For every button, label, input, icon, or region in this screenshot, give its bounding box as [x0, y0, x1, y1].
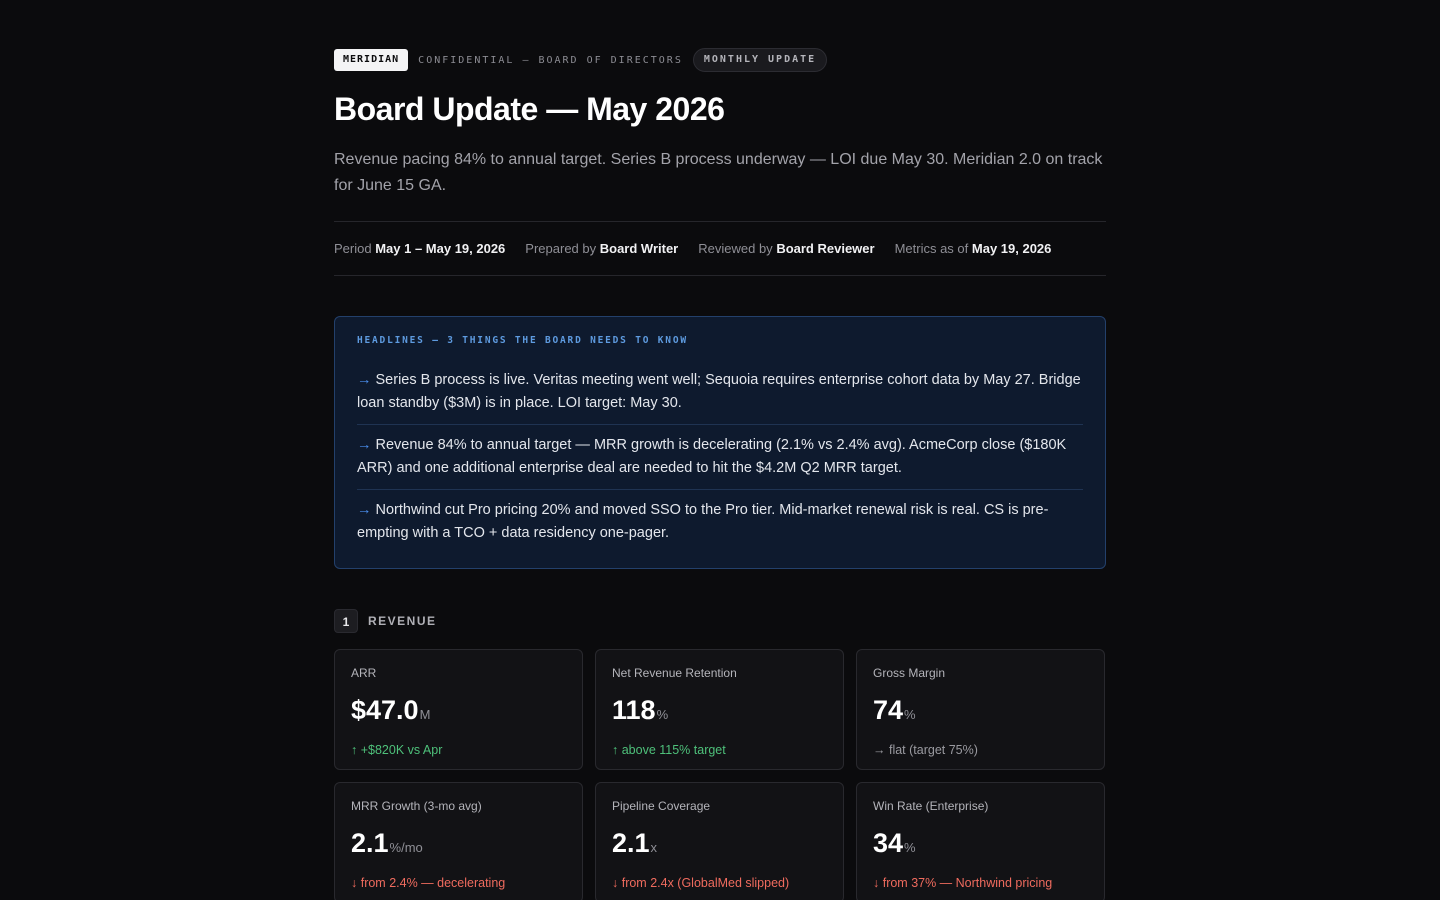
metric-cards-grid: ARR $47.0M ↑ +$820K vs Apr Net Revenue R… — [334, 649, 1106, 900]
metric-unit: %/mo — [389, 840, 423, 855]
metric-card-nrr: Net Revenue Retention 118% ↑ above 115% … — [595, 649, 844, 770]
meta-metrics-as-of: Metrics as of May 19, 2026 — [895, 241, 1052, 256]
summary-text: Revenue pacing 84% to annual target. Ser… — [334, 151, 1103, 194]
meta-prepared-value: Board Writer — [599, 241, 679, 256]
meta-period-value: May 1 – May 19, 2026 — [375, 241, 506, 256]
metric-value: $47.0 — [351, 695, 419, 725]
arrow-right-icon: → — [357, 437, 372, 453]
board-update-page: MERIDIAN CONFIDENTIAL — BOARD OF DIRECTO… — [334, 48, 1106, 900]
headline-item: → Series B process is live. Veritas meeti… — [357, 360, 1083, 425]
metric-value: 34 — [873, 828, 904, 858]
metric-value: 74 — [873, 695, 904, 725]
metric-label: Net Revenue Retention — [612, 666, 737, 680]
headline-item: → Northwind cut Pro pricing 20% and moved… — [357, 490, 1083, 554]
metric-delta: ↓ from 2.4x (GlobalMed slipped) — [612, 876, 790, 890]
metric-value-row: 74% — [873, 694, 1088, 731]
metric-value: 2.1 — [351, 828, 389, 858]
metric-delta: ↓ from 37% — Northwind pricing — [873, 876, 1053, 890]
metric-value-row: $47.0M — [351, 694, 566, 731]
metric-delta: ↓ from 2.4% — decelerating — [351, 876, 506, 890]
metric-value-row: 2.1x — [612, 827, 827, 864]
metric-card-arr: ARR $47.0M ↑ +$820K vs Apr — [334, 649, 583, 770]
meta-reviewed-label: Reviewed by — [698, 241, 773, 256]
headline-text: Series B process is live. Veritas meetin… — [357, 372, 1081, 411]
metric-value: 118 — [612, 695, 656, 725]
metric-label: MRR Growth (3-mo avg) — [351, 799, 482, 813]
metric-label: Gross Margin — [873, 666, 946, 680]
metric-unit: % — [656, 707, 669, 722]
meta-bar: Period May 1 – May 19, 2026 Prepared by … — [334, 221, 1106, 276]
brand-logo: MERIDIAN — [334, 49, 409, 71]
meta-period-label: Period — [334, 241, 372, 256]
top-bar: MERIDIAN CONFIDENTIAL — BOARD OF DIRECTO… — [334, 48, 1106, 72]
arrow-right-icon: → — [357, 502, 372, 518]
page-title: Board Update — May 2026 — [334, 91, 725, 127]
metric-label: Pipeline Coverage — [612, 799, 711, 813]
headlines-box: HEADLINES — 3 THINGS THE BOARD NEEDS TO … — [334, 316, 1106, 569]
metric-value: 2.1 — [612, 828, 650, 858]
metric-label: Win Rate (Enterprise) — [873, 799, 989, 813]
meta-prepared-label: Prepared by — [525, 241, 597, 256]
section-header-revenue: 1 REVENUE — [334, 609, 1106, 633]
metric-label: ARR — [351, 666, 377, 680]
metric-unit: M — [419, 707, 431, 722]
metric-unit: % — [904, 840, 916, 855]
metric-value-row: 34% — [873, 827, 1088, 864]
metric-unit: % — [904, 707, 916, 722]
metric-card-mrr-growth: MRR Growth (3-mo avg) 2.1%/mo ↓ from 2.4… — [334, 782, 583, 900]
metric-card-gross-margin: Gross Margin 74% → flat (target 75%) — [856, 649, 1105, 770]
metric-delta: → flat (target 75%) — [873, 743, 978, 757]
metric-delta: ↑ above 115% target — [612, 743, 726, 757]
meta-period: Period May 1 – May 19, 2026 — [334, 241, 505, 256]
headline-text: Revenue 84% to annual target — MRR growt… — [357, 437, 1067, 476]
meta-metrics-label: Metrics as of — [894, 241, 969, 256]
confidential-label: CONFIDENTIAL — BOARD OF DIRECTORS — [418, 54, 683, 66]
section-title: REVENUE — [368, 614, 437, 628]
arrow-right-icon: → — [357, 372, 372, 388]
meta-reviewed: Reviewed by Board Reviewer — [698, 241, 874, 256]
headline-text: Northwind cut Pro pricing 20% and moved … — [357, 502, 1049, 541]
meta-prepared: Prepared by Board Writer — [525, 241, 678, 256]
metric-delta: ↑ +$820K vs Apr — [351, 743, 443, 757]
metric-unit: x — [650, 840, 658, 855]
headline-item: → Revenue 84% to annual target — MRR grow… — [357, 425, 1083, 490]
meta-reviewed-value: Board Reviewer — [776, 241, 875, 256]
metric-card-win-rate: Win Rate (Enterprise) 34% ↓ from 37% — N… — [856, 782, 1105, 900]
section-number: 1 — [334, 609, 358, 633]
meta-metrics-value: May 19, 2026 — [971, 241, 1052, 256]
headlines-label: HEADLINES — 3 THINGS THE BOARD NEEDS TO … — [357, 335, 688, 346]
metric-card-pipeline-coverage: Pipeline Coverage 2.1x ↓ from 2.4x (Glob… — [595, 782, 844, 900]
metric-value-row: 2.1%/mo — [351, 827, 566, 864]
monthly-update-badge: MONTHLY UPDATE — [692, 48, 828, 72]
metric-value-row: 118% — [612, 694, 827, 731]
